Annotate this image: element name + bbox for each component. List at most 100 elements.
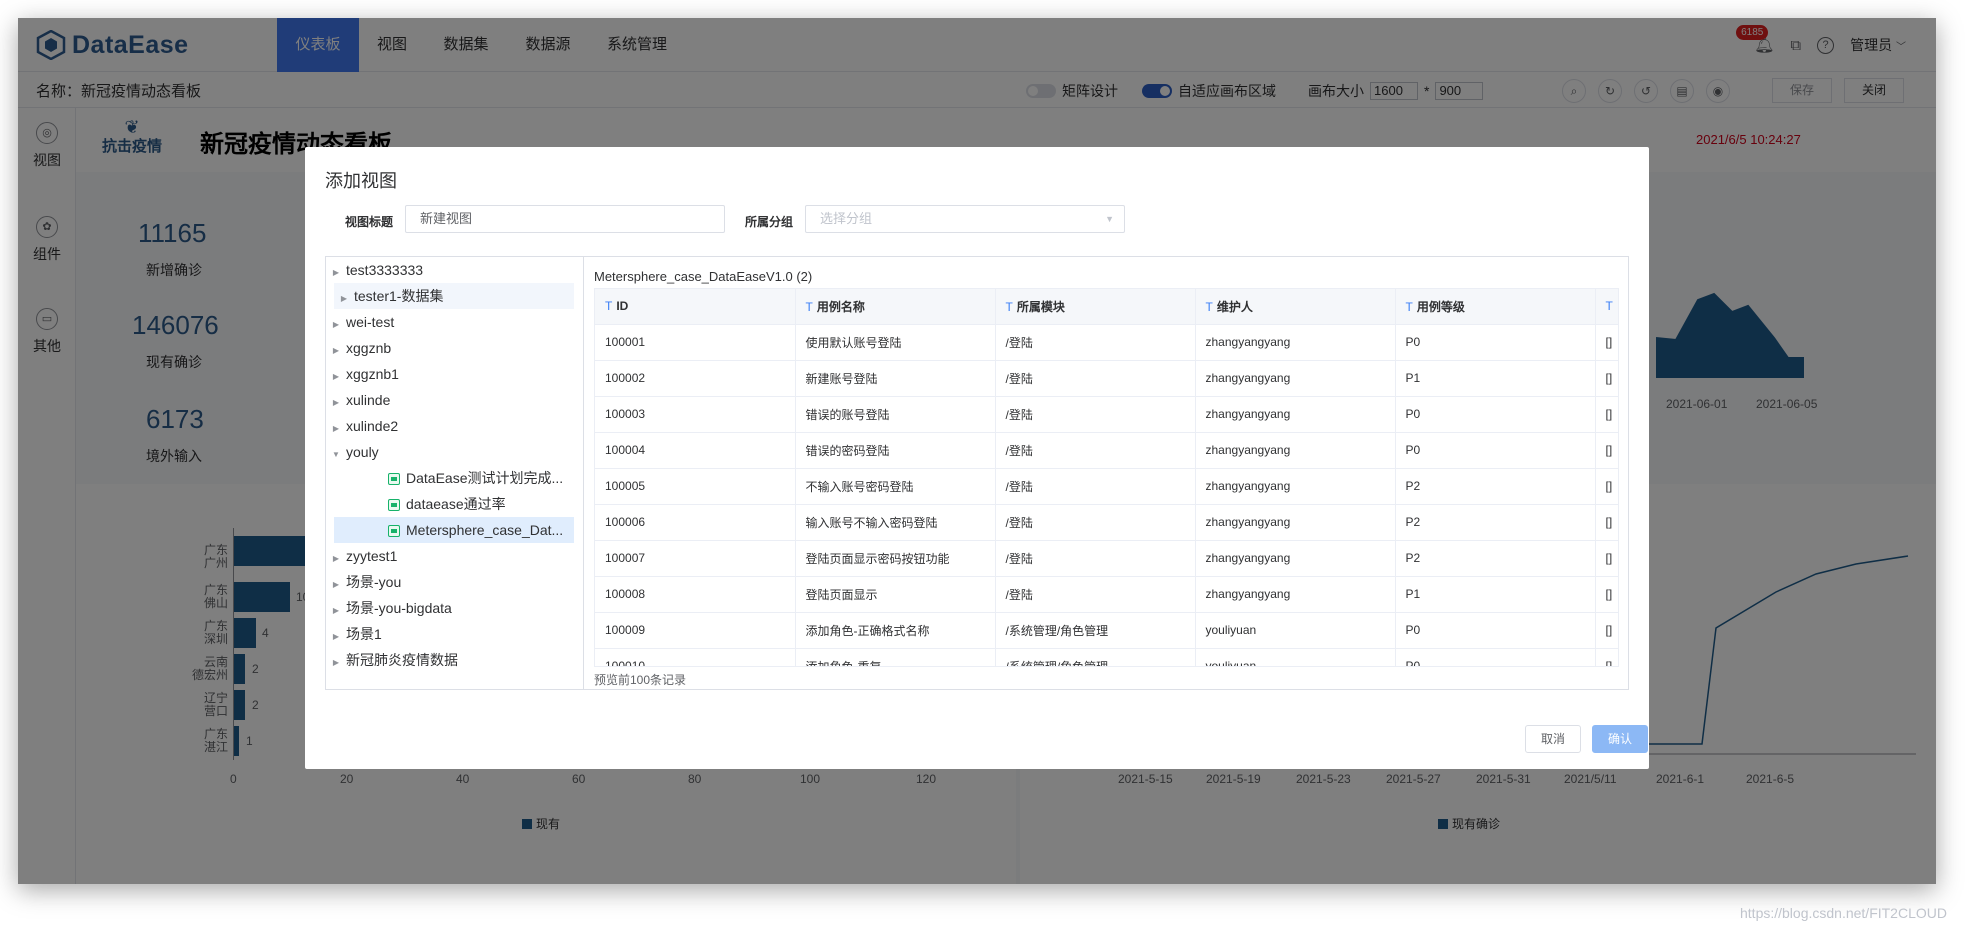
table-cell: [] (1595, 468, 1618, 505)
table-cell: 添加角色-正确格式名称 (795, 612, 996, 649)
column-header[interactable]: T 维护人 (1195, 289, 1396, 325)
table-cell: zhangyangyang (1195, 576, 1396, 613)
tree-item-label: 场景-you (346, 574, 402, 590)
tree-item[interactable]: ▶ 场景-you-bigdata (326, 595, 583, 621)
tree-item-dataset[interactable]: dataease通过率 (326, 491, 583, 517)
tree-item-label: Metersphere_case_Dat... (406, 522, 564, 538)
group-select-placeholder: 选择分组 (820, 211, 873, 226)
table-cell: P1 (1395, 360, 1596, 397)
table-cell: 100008 (595, 576, 796, 613)
view-title-input[interactable]: 新建视图 (405, 205, 725, 233)
tree-item-dataset[interactable]: DataEase测试计划完成... (326, 465, 583, 491)
text-type-icon: T (1205, 299, 1213, 314)
tree-item[interactable]: ▶ 场景1 (326, 621, 583, 647)
table-cell: [] (1595, 612, 1618, 649)
table-cell: P0 (1395, 432, 1596, 469)
tree-item[interactable]: ▶ zyytest1 (326, 543, 583, 569)
table-row: 100010 添加角色-重复/系统管理/角色管理 youliyuan P0[] (595, 648, 1618, 666)
column-header[interactable]: T ID (595, 289, 796, 325)
tree-item-dataset-selected[interactable]: Metersphere_case_Dat... (334, 517, 574, 543)
table-cell: zhangyangyang (1195, 504, 1396, 541)
table-header-row: T ID T 用例名称 T 所属模块 T 维护人 T 用例等级 T (595, 289, 1618, 325)
group-select[interactable]: 选择分组 ▼ (805, 205, 1125, 233)
view-title-label: 视图标题 (345, 215, 394, 229)
add-view-dialog: 添加视图 视图标题 新建视图 所属分组 选择分组 ▼ ▶ test3333333 … (305, 147, 1649, 769)
tree-item[interactable]: ▶ wei-test (326, 309, 583, 335)
tree-item[interactable]: ▶ 新冠肺炎疫情数据 (326, 647, 583, 673)
caret-right-icon: ▶ (332, 398, 340, 407)
dataset-icon (388, 473, 400, 486)
column-header-label: 所属模块 (1016, 299, 1065, 314)
tree-item-label: 场景-you-bigdata (346, 600, 452, 616)
table-row: 100002 新建账号登陆/登陆 zhangyangyang P1[] (595, 360, 1618, 397)
table-row: 100001 使用默认账号登陆/登陆 zhangyangyang P0[] (595, 324, 1618, 361)
dataset-icon (388, 499, 400, 512)
table-cell: P1 (1395, 576, 1596, 613)
column-header-label: ID (616, 299, 629, 314)
tree-item-label: 新冠肺炎疫情数据 (346, 652, 458, 668)
tree-item[interactable]: ▶ xulinde (326, 387, 583, 413)
text-type-icon: T (1005, 299, 1013, 314)
table-row: 100005 不输入账号密码登陆/登陆 zhangyangyang P2[] (595, 468, 1618, 505)
table-cell: /登陆 (995, 396, 1196, 433)
text-type-icon: T (1605, 299, 1613, 314)
tree-item-label: DataEase测试计划完成... (406, 470, 564, 486)
table-cell: 不输入账号密码登陆 (795, 468, 996, 505)
caret-right-icon: ▶ (332, 320, 340, 329)
tree-item[interactable]: ▼ youly (326, 439, 583, 465)
text-type-icon: T (805, 299, 813, 314)
watermark: https://blog.csdn.net/FIT2CLOUD (1740, 905, 1947, 921)
table-cell: [] (1595, 504, 1618, 541)
tree-item-label: xggznb1 (346, 366, 399, 382)
tree-item-label: xggznb (346, 340, 392, 356)
table-cell: youliyuan (1195, 648, 1396, 666)
table-cell: P0 (1395, 324, 1596, 361)
table-cell: /登陆 (995, 432, 1196, 469)
text-type-icon: T (1405, 299, 1413, 314)
cancel-button[interactable]: 取消 (1525, 725, 1581, 753)
column-header[interactable]: T (1595, 289, 1618, 325)
caret-right-icon: ▶ (332, 268, 340, 277)
table-cell: 100010 (595, 648, 796, 666)
table-cell: [] (1595, 540, 1618, 577)
tree-item[interactable]: ▶ test3333333 (326, 257, 583, 283)
table-cell: 错误的密码登陆 (795, 432, 996, 469)
table-cell: zhangyangyang (1195, 324, 1396, 361)
table-cell: 100002 (595, 360, 796, 397)
table-cell: /登陆 (995, 360, 1196, 397)
table-cell: 登陆页面显示 (795, 576, 996, 613)
caret-right-icon: ▶ (332, 372, 340, 381)
column-header[interactable]: T 所属模块 (995, 289, 1196, 325)
caret-right-icon: ▶ (332, 658, 340, 667)
caret-right-icon: ▶ (332, 554, 340, 563)
group-label: 所属分组 (745, 215, 794, 229)
column-header[interactable]: T 用例名称 (795, 289, 996, 325)
tree-item[interactable]: ▶ 场景-you (326, 569, 583, 595)
table-cell: [] (1595, 648, 1618, 666)
tree-item-label: zyytest1 (346, 548, 398, 564)
column-header-label: 用例名称 (816, 299, 865, 314)
caret-down-icon: ▼ (332, 450, 340, 459)
confirm-button[interactable]: 确认 (1592, 725, 1648, 753)
table-cell: 新建账号登陆 (795, 360, 996, 397)
tree-item[interactable]: ▶ xulinde2 (326, 413, 583, 439)
table-cell: 错误的账号登陆 (795, 396, 996, 433)
table-cell: P2 (1395, 504, 1596, 541)
table-cell: zhangyangyang (1195, 540, 1396, 577)
dataset-tree[interactable]: ▶ test3333333 ▶ tester1-数据集 ▶ wei-test ▶ xgg… (325, 256, 584, 690)
preview-table-scroll[interactable]: T ID T 用例名称 T 所属模块 T 维护人 T 用例等级 T 100001 使用默认账… (594, 288, 1619, 667)
table-cell: /系统管理/角色管理 (995, 648, 1196, 666)
column-header-label: 维护人 (1216, 299, 1253, 314)
tree-item-label: 场景1 (346, 626, 382, 642)
table-cell: /登陆 (995, 504, 1196, 541)
table-cell: /系统管理/角色管理 (995, 612, 1196, 649)
column-header[interactable]: T 用例等级 (1395, 289, 1596, 325)
table-row: 100003 错误的账号登陆/登陆 zhangyangyang P0[] (595, 396, 1618, 433)
tree-item-label: test3333333 (346, 262, 424, 278)
dataset-icon (388, 525, 400, 538)
tree-item-label: xulinde (346, 392, 391, 408)
tree-item[interactable]: ▶ tester1-数据集 (334, 283, 574, 309)
tree-item[interactable]: ▶ xggznb (326, 335, 583, 361)
caret-right-icon: ▶ (332, 606, 340, 615)
tree-item[interactable]: ▶ xggznb1 (326, 361, 583, 387)
